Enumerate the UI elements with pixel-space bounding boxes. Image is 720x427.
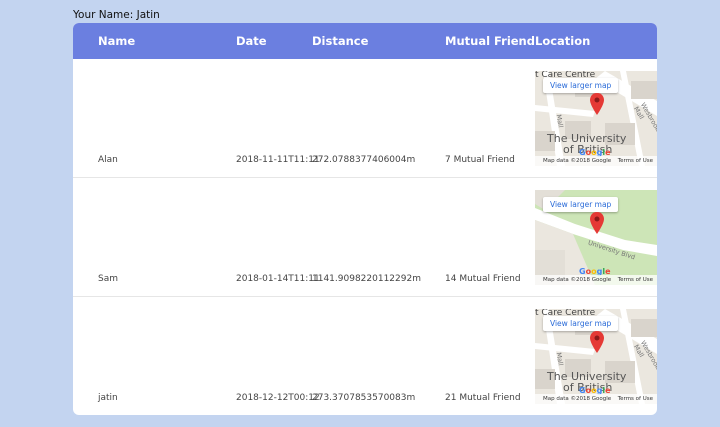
cell-mutual-friend: 14 Mutual Friend <box>445 274 521 284</box>
cell-name: jatin <box>98 393 118 403</box>
header-mutual-friend: Mutual Friend <box>445 34 535 48</box>
user-name-value: Jatin <box>136 9 160 21</box>
cell-name: Alan <box>98 155 118 165</box>
cell-date: 2018-11-11T11:11 <box>236 155 320 165</box>
cell-distance: 273.3707853570083m <box>312 393 416 403</box>
cell-name: Sam <box>98 274 118 284</box>
map-data-credit: Map data ©2018 Google <box>543 396 612 402</box>
table-row: Sam 2018-01-14T11:11 1141.9098220112292m… <box>73 178 657 297</box>
map-footer: Map data ©2018 Google Terms of Use <box>535 394 657 404</box>
table-header: Name Date Distance Mutual Friend Locatio… <box>73 23 657 59</box>
cell-distance: 1141.9098220112292m <box>312 274 421 284</box>
cell-distance: 272.0788377406004m <box>312 155 416 165</box>
terms-of-use-link[interactable]: Terms of Use <box>618 275 653 285</box>
table-row: jatin 2018-12-12T00:12 273.3707853570083… <box>73 297 657 415</box>
cell-date: 2018-01-14T11:11 <box>236 274 320 284</box>
map-data-credit: Map data ©2018 Google <box>543 277 612 283</box>
view-larger-map-link[interactable]: View larger map <box>543 78 619 93</box>
cell-mutual-friend: 7 Mutual Friend <box>445 155 515 165</box>
view-larger-map-link[interactable]: View larger map <box>543 316 619 331</box>
view-larger-map-link[interactable]: View larger map <box>543 197 619 212</box>
header-location: Location <box>535 34 591 48</box>
user-name-line: Your Name: Jatin <box>73 9 160 21</box>
location-map[interactable]: t Care Centre View larger map Wesbrook M… <box>535 309 657 404</box>
table-row: Alan 2018-11-11T11:11 272.0788377406004m… <box>73 59 657 178</box>
map-pin-icon <box>590 93 604 115</box>
map-footer: Map data ©2018 Google Terms of Use <box>535 275 657 285</box>
friends-table: Name Date Distance Mutual Friend Locatio… <box>73 23 657 415</box>
terms-of-use-link[interactable]: Terms of Use <box>618 394 653 404</box>
cell-date: 2018-12-12T00:12 <box>236 393 320 403</box>
terms-of-use-link[interactable]: Terms of Use <box>618 156 653 166</box>
header-date: Date <box>236 34 267 48</box>
map-pin-icon <box>590 331 604 353</box>
location-map[interactable]: t Care Centre View larger map Wesbrook M… <box>535 71 657 166</box>
header-name: Name <box>98 34 136 48</box>
map-data-credit: Map data ©2018 Google <box>543 158 612 164</box>
user-name-label: Your Name: <box>73 9 137 21</box>
location-map[interactable]: View larger map University Blvd Google M… <box>535 190 657 285</box>
map-pin-icon <box>590 212 604 234</box>
cell-mutual-friend: 21 Mutual Friend <box>445 393 521 403</box>
header-distance: Distance <box>312 34 369 48</box>
map-footer: Map data ©2018 Google Terms of Use <box>535 156 657 166</box>
